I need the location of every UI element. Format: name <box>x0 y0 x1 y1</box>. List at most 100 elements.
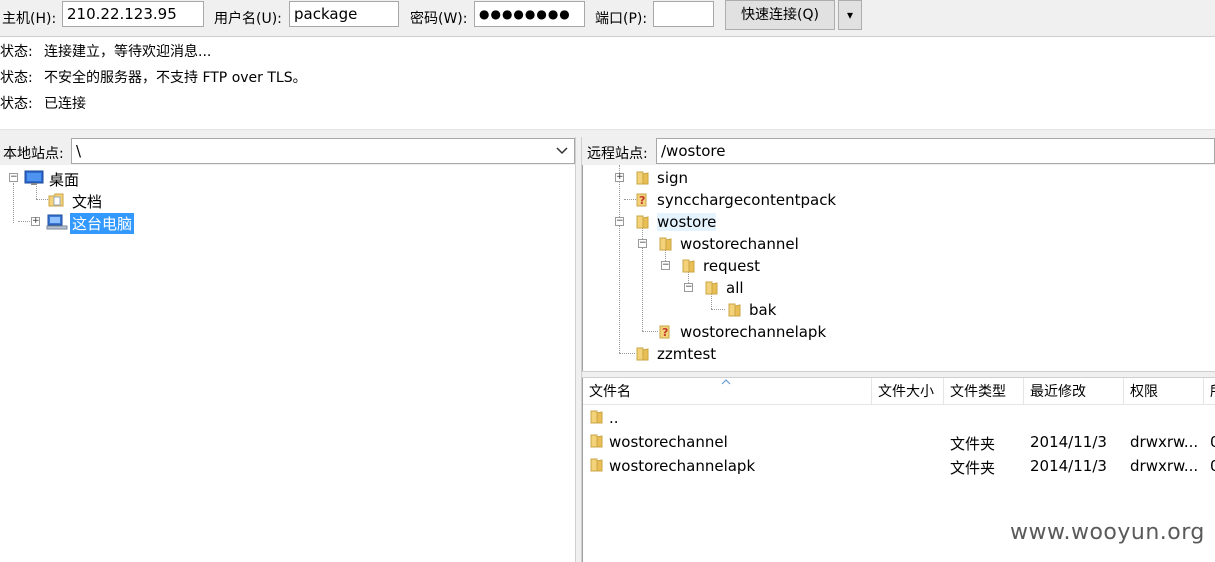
file-name: wostorechannelapk <box>609 457 756 475</box>
tree-item-label: 这台电脑 <box>70 213 135 234</box>
tree-item-label: syncchargecontentpack <box>657 191 837 209</box>
tree-item-label: 桌面 <box>49 171 80 189</box>
file-type: 文件夹 <box>950 435 996 453</box>
sort-ascending-icon <box>721 379 731 385</box>
folder-icon <box>636 347 649 361</box>
remote-tree-item-all[interactable]: − all <box>583 277 1213 299</box>
tree-item-label: wostore <box>657 213 717 231</box>
file-owner: 0 <box>1210 433 1215 451</box>
column-header-filesize[interactable]: 文件大小 <box>872 378 944 404</box>
log-label: 状态: <box>0 44 33 60</box>
local-tree-item-documents[interactable]: 文档 <box>0 189 300 211</box>
log-label: 状态: <box>0 96 33 112</box>
quickconnect-button[interactable]: 快速连接(Q) <box>725 0 835 30</box>
log-message: 已连接 <box>44 96 86 112</box>
remote-tree-item-zzmtest[interactable]: zzmtest <box>583 343 1213 365</box>
pane-splitter[interactable] <box>575 137 582 562</box>
expand-icon[interactable]: + <box>615 173 624 182</box>
folder-icon <box>659 237 672 251</box>
folder-icon <box>590 410 603 424</box>
username-input[interactable]: package <box>289 1 399 27</box>
column-header-row: 文件名 文件大小 文件类型 最近修改 权限 所 <box>583 378 1215 405</box>
collapse-icon[interactable]: − <box>638 239 647 248</box>
collapse-icon[interactable]: − <box>661 261 670 270</box>
documents-icon <box>48 193 64 207</box>
collapse-icon[interactable]: − <box>684 283 693 292</box>
file-row[interactable]: wostorechannelapk 文件夹 2014/11/3 drwxrw..… <box>583 454 1215 478</box>
tree-item-label: wostorechannel <box>680 235 799 253</box>
desktop-icon <box>24 170 44 185</box>
tree-item-label: 文档 <box>72 193 103 211</box>
remote-path-bar: 远程站点: /wostore <box>582 137 1215 165</box>
remote-tree-item-wostorechannel[interactable]: − wostorechannel <box>583 233 1213 255</box>
tree-item-label: zzmtest <box>657 345 717 363</box>
unknown-folder-icon: ? <box>659 325 670 339</box>
tree-item-label: bak <box>749 301 777 319</box>
remote-path-input[interactable]: /wostore <box>656 138 1215 164</box>
remote-tree-item-syncchargecontentpack[interactable]: ? syncchargecontentpack <box>583 189 1213 211</box>
log-label: 状态: <box>0 70 33 86</box>
remote-site-label: 远程站点: <box>587 146 648 162</box>
remote-tree-item-wostorechannelapk[interactable]: ? wostorechannelapk <box>583 321 1213 343</box>
file-owner: 0 <box>1210 457 1215 475</box>
collapse-icon[interactable]: − <box>615 217 624 226</box>
chevron-down-icon[interactable] <box>556 147 568 155</box>
local-site-label: 本地站点: <box>3 146 64 162</box>
remote-splitter[interactable] <box>582 371 1215 378</box>
computer-icon <box>46 214 68 230</box>
quickconnect-dropdown-button[interactable]: ▾ <box>838 0 862 30</box>
svg-text:?: ? <box>639 194 645 207</box>
local-tree[interactable]: − 桌面 文档 + 这台电脑 <box>0 165 575 562</box>
port-input[interactable] <box>653 1 714 27</box>
quickconnect-bar: 主机(H): 210.22.123.95 用户名(U): package 密码(… <box>0 0 1215 37</box>
tree-item-label: sign <box>657 169 689 187</box>
local-path-bar: 本地站点: \ <box>0 137 575 165</box>
tree-item-label: all <box>726 279 744 297</box>
folder-icon <box>728 303 741 317</box>
column-header-filetype[interactable]: 文件类型 <box>944 378 1024 404</box>
file-name: .. <box>609 409 619 427</box>
remote-tree-item-sign[interactable]: + sign <box>583 167 1213 189</box>
remote-tree-item-request[interactable]: − request <box>583 255 1213 277</box>
folder-icon <box>682 259 695 273</box>
remote-tree-item-wostore[interactable]: − wostore <box>583 211 1213 233</box>
local-tree-item-desktop[interactable]: − 桌面 <box>0 167 300 189</box>
tree-item-label: wostorechannelapk <box>680 323 827 341</box>
column-header-permissions[interactable]: 权限 <box>1124 378 1204 404</box>
log-message: 不安全的服务器，不支持 FTP over TLS。 <box>44 70 307 86</box>
host-input[interactable]: 210.22.123.95 <box>62 1 204 27</box>
column-header-owner[interactable]: 所 <box>1204 378 1215 404</box>
folder-icon <box>636 171 649 185</box>
log-message: 连接建立，等待欢迎消息... <box>44 44 212 60</box>
collapse-icon[interactable]: − <box>9 173 18 182</box>
watermark: www.wooyun.org <box>1010 520 1205 545</box>
file-row[interactable]: wostorechannel 文件夹 2014/11/3 drwxrw... 0 <box>583 430 1215 454</box>
folder-icon <box>705 281 718 295</box>
tree-item-label: request <box>703 257 761 275</box>
file-modified: 2014/11/3 <box>1030 433 1107 451</box>
remote-tree-item-bak[interactable]: bak <box>583 299 1213 321</box>
password-label: 密码(W): <box>410 11 468 27</box>
column-header-modified[interactable]: 最近修改 <box>1024 378 1124 404</box>
file-permissions: drwxrw... <box>1130 433 1199 451</box>
local-path-input[interactable]: \ <box>71 138 575 164</box>
svg-text:?: ? <box>662 326 668 339</box>
file-type: 文件夹 <box>950 459 996 477</box>
folder-icon <box>636 215 649 229</box>
username-label: 用户名(U): <box>214 11 282 27</box>
folder-icon <box>590 458 603 472</box>
host-label: 主机(H): <box>2 11 57 27</box>
expand-icon[interactable]: + <box>31 217 40 226</box>
folder-icon <box>590 434 603 448</box>
file-name: wostorechannel <box>609 433 728 451</box>
local-path-value: \ <box>76 142 82 160</box>
port-label: 端口(P): <box>595 11 648 27</box>
file-modified: 2014/11/3 <box>1030 457 1107 475</box>
password-input[interactable]: ●●●●●●●● <box>474 1 585 27</box>
local-tree-item-this-pc[interactable]: + 这台电脑 <box>0 211 300 234</box>
file-row[interactable]: .. <box>583 406 1215 430</box>
remote-tree[interactable]: + sign ? syncchargecontentpack − wostore… <box>582 165 1215 371</box>
chevron-down-icon: ▾ <box>846 8 854 22</box>
message-log[interactable]: 状态: 连接建立，等待欢迎消息... 状态: 不安全的服务器，不支持 FTP o… <box>0 37 1215 129</box>
file-permissions: drwxrw... <box>1130 457 1199 475</box>
